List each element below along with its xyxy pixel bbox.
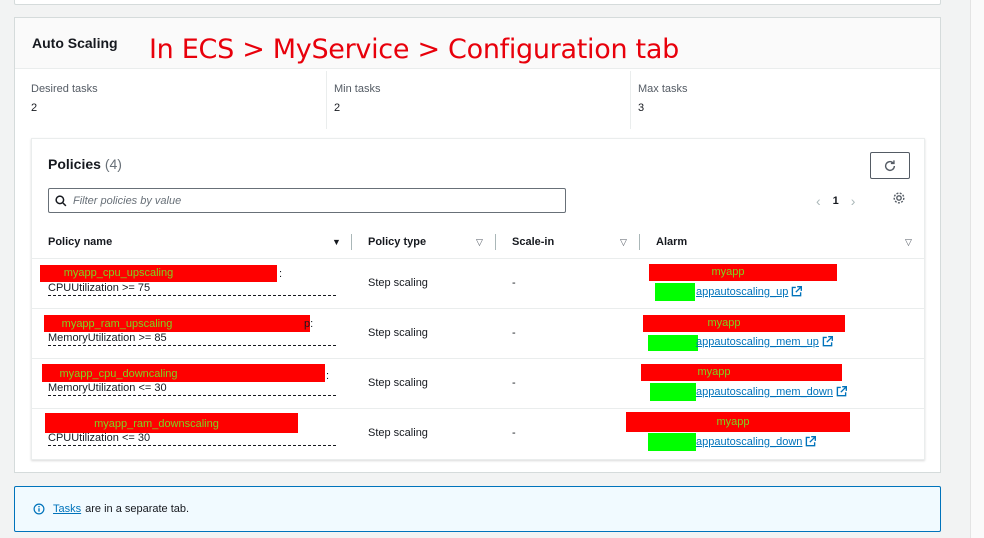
- policy-metric[interactable]: CPUUtilization >= 75: [48, 282, 336, 296]
- redacted-alarm-prefix: [655, 283, 695, 301]
- external-link-icon: [822, 336, 833, 347]
- search-icon: [55, 194, 67, 206]
- divider: [630, 71, 631, 129]
- page-scrollbar[interactable]: [970, 0, 984, 538]
- desired-tasks: Desired tasks 2: [31, 83, 98, 114]
- scale-in: -: [512, 327, 516, 339]
- alarm-link-text[interactable]: appautoscaling_down: [696, 436, 802, 448]
- policy-name-suffix: p:: [304, 318, 314, 330]
- page-number[interactable]: 1: [833, 195, 839, 207]
- alarm-link[interactable]: appautoscaling_down: [696, 436, 817, 448]
- policy-type: Step scaling: [368, 277, 428, 289]
- info-alert: Tasks are in a separate tab.: [14, 486, 941, 532]
- policy-name-suffix: :: [326, 370, 330, 382]
- previous-panel: [14, 0, 941, 5]
- redacted-policy-name: myapp_ram_upscaling: [44, 315, 310, 332]
- card-header: Auto Scaling In ECS > MyService > Config…: [15, 18, 940, 69]
- sort-icon[interactable]: ▽: [476, 237, 483, 248]
- max-tasks-label: Max tasks: [638, 83, 688, 95]
- sort-icon[interactable]: ▽: [620, 237, 627, 248]
- redacted-alarm-name: myapp: [643, 315, 845, 332]
- alarm-link-text[interactable]: appautoscaling_mem_up: [696, 336, 819, 348]
- policy-metric[interactable]: CPUUtilization <= 30: [48, 432, 336, 446]
- table-row: myapp_cpu_downcaling : MemoryUtilization…: [32, 359, 924, 409]
- alarm-link[interactable]: appautoscaling_mem_up: [696, 336, 833, 348]
- policy-type: Step scaling: [368, 427, 428, 439]
- alarm-link-text[interactable]: appautoscaling_up: [696, 286, 788, 298]
- external-link-icon: [806, 436, 817, 447]
- desired-tasks-value: 2: [31, 102, 38, 114]
- info-icon: [33, 503, 45, 515]
- alarm-link-text[interactable]: appautoscaling_mem_down: [696, 386, 833, 398]
- refresh-button[interactable]: [870, 152, 910, 179]
- min-tasks: Min tasks 2: [334, 83, 380, 114]
- scale-in: -: [512, 427, 516, 439]
- policies-title: Policies (4): [48, 156, 122, 172]
- sort-icon[interactable]: ▽: [905, 237, 912, 248]
- info-text: are in a separate tab.: [85, 503, 190, 515]
- policy-metric[interactable]: MemoryUtilization >= 85: [48, 332, 336, 346]
- table-row: myapp_ram_upscaling p: MemoryUtilization…: [32, 309, 924, 359]
- tasks-link[interactable]: Tasks: [53, 503, 81, 515]
- chevron-left-icon[interactable]: ‹: [816, 193, 821, 209]
- policies-count: (4): [104, 156, 122, 172]
- pagination: ‹ 1 ›: [816, 193, 855, 209]
- policies-table-container: Policies (4) ‹ 1 › Policy name ▼ Policy …: [31, 138, 925, 460]
- column-policy-type[interactable]: Policy type: [368, 236, 426, 248]
- sort-down-icon[interactable]: ▼: [332, 237, 341, 247]
- redacted-alarm-prefix: [650, 383, 696, 401]
- table-row: myapp_cpu_upscaling : CPUUtilization >= …: [32, 259, 924, 309]
- auto-scaling-card: Auto Scaling In ECS > MyService > Config…: [14, 17, 941, 473]
- chevron-right-icon[interactable]: ›: [851, 193, 856, 209]
- table-row: myapp_ram_downscaling CPUUtilization <= …: [32, 409, 924, 459]
- redacted-policy-name: myapp_cpu_downcaling: [42, 364, 325, 382]
- table-header: Policy name ▼ Policy type ▽ Scale-in ▽ A…: [32, 227, 924, 259]
- alarm-link[interactable]: appautoscaling_mem_down: [696, 386, 847, 398]
- column-policy-name[interactable]: Policy name: [48, 236, 112, 248]
- external-link-icon: [836, 386, 847, 397]
- policy-type: Step scaling: [368, 327, 428, 339]
- max-tasks: Max tasks 3: [638, 83, 688, 114]
- redacted-policy-name: myapp_ram_downscaling: [45, 413, 298, 433]
- policy-metric[interactable]: MemoryUtilization <= 30: [48, 382, 336, 396]
- card-title: Auto Scaling: [32, 35, 118, 51]
- max-tasks-value: 3: [638, 102, 645, 114]
- divider: [326, 71, 327, 129]
- settings-button[interactable]: [892, 191, 906, 208]
- column-separator[interactable]: [351, 234, 352, 250]
- refresh-icon: [884, 159, 896, 171]
- column-scale-in[interactable]: Scale-in: [512, 236, 554, 248]
- column-alarm[interactable]: Alarm: [656, 236, 687, 248]
- policy-name-suffix: :: [279, 268, 283, 280]
- alarm-link[interactable]: appautoscaling_up: [696, 286, 803, 298]
- column-separator[interactable]: [495, 234, 496, 250]
- search-input[interactable]: [73, 194, 533, 207]
- filter-search[interactable]: [48, 188, 566, 213]
- policy-type: Step scaling: [368, 377, 428, 389]
- column-separator[interactable]: [639, 234, 640, 250]
- redacted-alarm-prefix: [648, 433, 696, 451]
- annotation-text: In ECS > MyService > Configuration tab: [149, 34, 679, 65]
- redacted-policy-name: myapp_cpu_upscaling: [40, 265, 277, 282]
- redacted-alarm-name: myapp: [641, 364, 842, 381]
- scale-in: -: [512, 377, 516, 389]
- scale-in: -: [512, 277, 516, 289]
- min-tasks-value: 2: [334, 102, 341, 114]
- desired-tasks-label: Desired tasks: [31, 83, 98, 95]
- gear-icon: [893, 192, 905, 204]
- redacted-alarm-name: myapp: [649, 264, 837, 281]
- redacted-alarm-name: myapp: [626, 412, 850, 432]
- redacted-alarm-prefix: [648, 335, 698, 351]
- external-link-icon: [792, 286, 803, 297]
- policies-title-text: Policies: [48, 156, 101, 172]
- min-tasks-label: Min tasks: [334, 83, 381, 95]
